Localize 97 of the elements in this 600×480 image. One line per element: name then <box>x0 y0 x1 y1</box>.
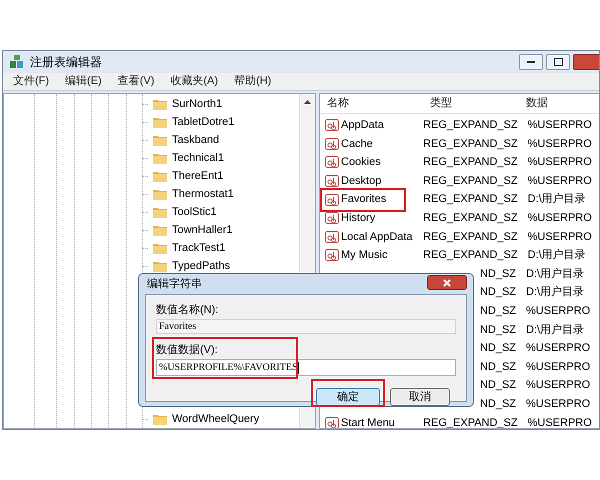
value-name[interactable]: Start Menu <box>341 414 395 428</box>
menu-item[interactable]: 文件(F) <box>13 73 50 90</box>
string-value-icon <box>325 212 339 224</box>
folder-icon <box>153 152 167 164</box>
folder-icon <box>153 260 167 272</box>
value-name[interactable]: Local AppData <box>341 228 413 246</box>
value-name[interactable]: Desktop <box>341 172 382 190</box>
value-data: %USERPRO <box>528 212 592 224</box>
folder-icon <box>153 242 167 254</box>
up-arrow-icon <box>304 100 311 104</box>
folder-icon <box>153 224 167 236</box>
value-data: %USERPRO <box>528 119 592 132</box>
folder-icon <box>153 170 167 182</box>
value-name-field[interactable]: Favorites <box>156 319 456 334</box>
string-value-icon <box>325 230 339 243</box>
value-data: %USERPRO <box>526 398 590 410</box>
string-value-icon <box>325 175 339 188</box>
tree-item[interactable]: SurNorth1 <box>172 96 222 112</box>
value-data: D:\用户目录 <box>528 193 586 206</box>
value-data: %USERPRO <box>528 174 592 187</box>
value-data: D:\用户目录 <box>526 286 584 298</box>
folder-icon <box>153 206 167 218</box>
value-type: ND_SZ <box>480 360 516 375</box>
tree-item[interactable]: ToolStic1 <box>172 204 217 220</box>
value-data-field[interactable]: %USERPROFILE%\FAVORITES <box>156 359 456 376</box>
value-type: REG_EXPAND_SZ <box>423 211 518 226</box>
value-data: %USERPRO <box>526 360 590 373</box>
dialog-title: 编辑字符串 <box>147 276 202 292</box>
string-value-icon <box>325 119 339 132</box>
value-type: ND_SZ <box>480 341 516 356</box>
value-type: REG_EXPAND_SZ <box>423 155 518 170</box>
string-value-icon <box>325 249 339 262</box>
value-name[interactable]: Cache <box>341 136 373 152</box>
cancel-button[interactable]: 取消 <box>390 388 450 406</box>
minimize-icon <box>527 61 535 63</box>
menu-item[interactable]: 收藏夹(A) <box>170 73 218 90</box>
tree-item[interactable]: Technical1 <box>172 150 224 166</box>
column-header[interactable]: 名称 <box>320 95 426 112</box>
value-name-label: 数值名称(N): <box>156 303 220 317</box>
menu-item[interactable]: 帮助(H) <box>234 73 272 90</box>
value-data: D:\用户目录 <box>526 324 584 336</box>
value-data: D:\用户目录 <box>526 268 584 280</box>
value-type: REG_EXPAND_SZ <box>423 192 518 208</box>
menu-item[interactable]: 编辑(E) <box>65 73 102 90</box>
maximize-button[interactable] <box>546 54 570 70</box>
value-data: %USERPRO <box>528 416 592 428</box>
value-data: %USERPRO <box>528 138 592 150</box>
value-type: REG_EXPAND_SZ <box>423 118 518 134</box>
folder-icon <box>153 188 167 200</box>
value-name[interactable]: My Music <box>341 247 388 264</box>
value-type: ND_SZ <box>480 285 516 300</box>
value-data: %USERPRO <box>528 230 592 243</box>
value-type: ND_SZ <box>480 322 516 338</box>
minimize-button[interactable] <box>519 54 543 70</box>
folder-icon <box>153 413 167 425</box>
tree-item[interactable]: ThereEnt1 <box>172 168 224 184</box>
value-type: ND_SZ <box>480 304 516 319</box>
value-type: ND_SZ <box>480 266 516 282</box>
tree-item[interactable]: WordWheelQuery <box>172 410 260 428</box>
value-data-label: 数值数据(V): <box>156 343 219 357</box>
tree-item[interactable]: TabletDotre1 <box>172 114 234 130</box>
registry-cubes-icon <box>9 55 25 69</box>
tree-item[interactable]: TypedPaths <box>172 258 230 274</box>
value-type: REG_EXPAND_SZ <box>423 416 518 428</box>
value-name[interactable]: AppData <box>341 117 384 134</box>
value-type: ND_SZ <box>480 396 516 412</box>
value-type: REG_EXPAND_SZ <box>423 230 518 245</box>
value-data: %USERPRO <box>526 304 590 317</box>
text-cursor <box>298 362 299 374</box>
close-icon <box>443 278 451 286</box>
tree-item[interactable]: Thermostat1 <box>172 186 234 202</box>
value-name[interactable]: Favorites <box>341 191 386 208</box>
tree-item[interactable]: Taskband <box>172 132 220 148</box>
column-header[interactable]: 数据 <box>522 95 599 112</box>
value-data: %USERPRO <box>526 379 590 392</box>
value-type: ND_SZ <box>480 378 516 394</box>
tree-item[interactable]: TrackTest1 <box>172 240 226 256</box>
menu-item[interactable]: 查看(V) <box>118 73 154 90</box>
value-data: D:\用户目录 <box>528 249 586 262</box>
tree-item[interactable]: TownHaller1 <box>172 222 233 238</box>
dialog-close-button[interactable] <box>427 275 467 290</box>
column-header[interactable]: 类型 <box>426 95 522 112</box>
value-data: %USERPRO <box>528 156 592 168</box>
string-value-icon <box>325 138 339 150</box>
folder-icon <box>153 98 167 110</box>
value-data: %USERPRO <box>526 342 590 354</box>
folder-icon <box>153 116 167 128</box>
value-name[interactable]: History <box>341 210 376 227</box>
value-type: REG_EXPAND_SZ <box>423 248 518 264</box>
folder-icon <box>153 134 167 146</box>
value-type: REG_EXPAND_SZ <box>423 136 518 152</box>
string-value-icon <box>325 194 339 206</box>
ok-button[interactable]: 确定 <box>316 388 380 406</box>
window-title: 注册表编辑器 <box>30 54 102 71</box>
string-value-icon <box>325 156 339 168</box>
value-type: REG_EXPAND_SZ <box>423 174 518 189</box>
value-name[interactable]: Cookies <box>341 154 381 171</box>
